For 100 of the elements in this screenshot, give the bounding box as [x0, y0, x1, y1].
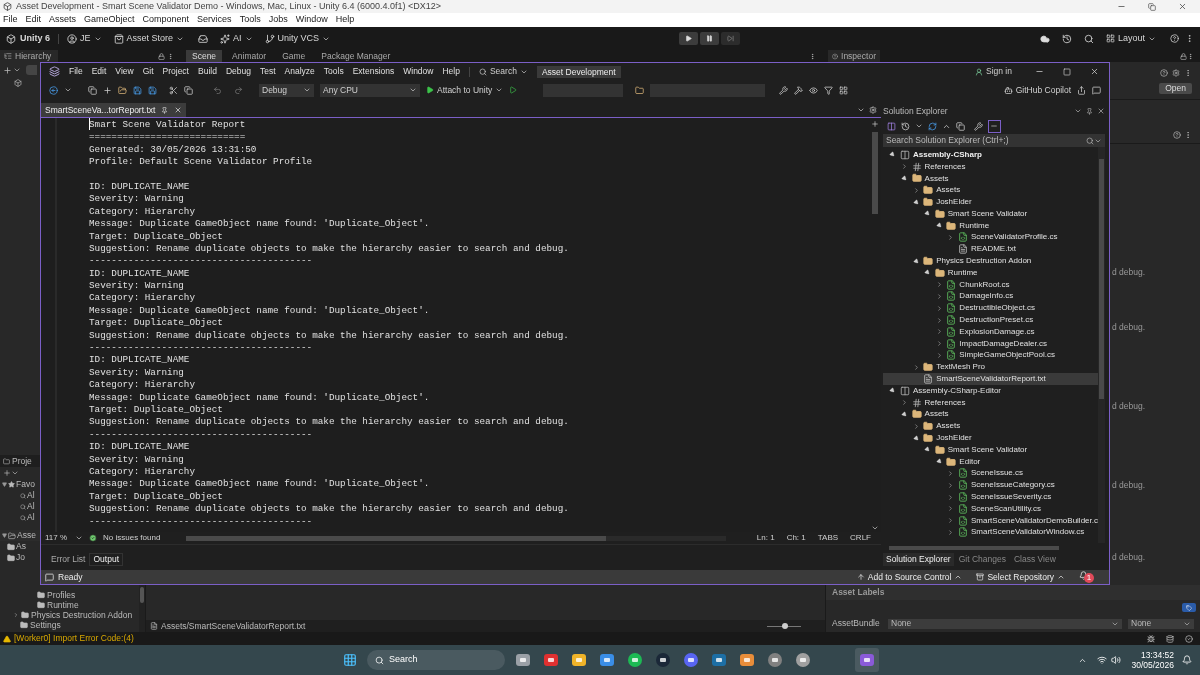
tree-item[interactable]: Runtime — [882, 219, 1098, 232]
menu-item[interactable]: Window — [295, 13, 328, 27]
layout-dropdown[interactable]: Layout — [1105, 31, 1156, 46]
tree-item[interactable]: SmartSceneValidatorDemoBuilder.c — [882, 514, 1098, 527]
wrench-icon[interactable] — [973, 121, 983, 131]
tree-item[interactable]: SceneIssue.cs — [882, 467, 1098, 480]
menu-item[interactable]: Edit — [91, 65, 107, 78]
platform-dropdown[interactable]: Any CPU — [320, 83, 420, 97]
search-field[interactable]: Search Solution Explorer (Ctrl+;) — [882, 134, 1105, 147]
lock-icon[interactable] — [1180, 53, 1187, 60]
menu-item[interactable]: Help — [442, 65, 460, 78]
tree-item[interactable]: Physics Destruction Addon — [882, 255, 1098, 267]
tree-item[interactable]: SmartSceneValidatorWindow.cs — [882, 526, 1098, 539]
notification-icon[interactable] — [1182, 655, 1192, 665]
zoom-dropdown[interactable]: 117 % — [45, 532, 83, 544]
tree-item[interactable]: References — [882, 396, 1098, 409]
tree-item[interactable]: JoshElder — [882, 196, 1098, 208]
taskbar-app-icon[interactable] — [711, 652, 727, 668]
menu-item[interactable]: Extensions — [352, 65, 395, 78]
layout-icon[interactable] — [839, 85, 849, 95]
menu-item[interactable]: GameObject — [84, 13, 135, 27]
repository-button[interactable]: Select Repository — [976, 570, 1065, 584]
check-icon[interactable] — [1185, 634, 1193, 643]
tree-item[interactable]: SceneScanUtility.cs — [882, 502, 1098, 515]
taskbar-app-icon[interactable] — [683, 652, 699, 668]
menu-item[interactable]: Analyze — [284, 65, 315, 78]
back-icon[interactable] — [49, 85, 58, 95]
lock-icon[interactable] — [158, 53, 165, 60]
toolbar-dropdown[interactable]: AI — [220, 31, 253, 46]
start-icon[interactable] — [343, 653, 357, 667]
menu-item[interactable]: File — [69, 65, 83, 78]
more-icon[interactable] — [1184, 131, 1192, 139]
panel-tab[interactable]: Solution Explorer — [882, 553, 954, 566]
menu-item[interactable]: Debug — [225, 65, 251, 78]
menu-item[interactable]: Tools — [239, 13, 261, 27]
taskbar-app-icon[interactable] — [767, 652, 783, 668]
vertical-scrollbar[interactable] — [1098, 147, 1105, 543]
share-icon[interactable] — [1077, 85, 1086, 95]
toolbar-dropdown[interactable]: Unity VCS — [264, 31, 331, 46]
history-icon[interactable] — [1061, 33, 1072, 44]
tree-item[interactable]: Assets — [882, 184, 1098, 197]
tree-item[interactable]: SceneIssueSeverity.cs — [882, 491, 1098, 503]
restore-icon[interactable] — [1148, 2, 1156, 11]
network-icon[interactable] — [1097, 655, 1108, 665]
add-icon[interactable] — [103, 85, 112, 95]
panel-tab[interactable]: Game — [276, 50, 312, 62]
settings-icon[interactable] — [868, 106, 877, 114]
search-button[interactable]: Search — [478, 65, 528, 78]
panel-tab[interactable]: Scene — [186, 50, 223, 62]
solution-icon[interactable] — [886, 121, 896, 131]
copilot-button[interactable]: GitHub Copilot — [1003, 83, 1071, 97]
tree-item[interactable]: Assets — [882, 172, 1098, 185]
panel-tab[interactable]: Package Manager — [315, 50, 397, 62]
copy-icon[interactable] — [955, 121, 965, 131]
menu-item[interactable]: Window — [403, 65, 434, 78]
tree-item[interactable]: JoshElder — [882, 432, 1098, 444]
bug-icon[interactable] — [1147, 634, 1155, 643]
tree-item[interactable]: Editor — [882, 455, 1098, 468]
redo-icon[interactable] — [234, 85, 243, 95]
taskbar-app-icon[interactable] — [627, 652, 643, 668]
menu-item[interactable]: Build — [198, 65, 217, 78]
search-icon[interactable] — [1083, 33, 1094, 44]
history-icon[interactable] — [900, 121, 910, 131]
tree-item[interactable]: README.txt — [882, 243, 1098, 256]
menu-item[interactable]: File — [3, 13, 18, 27]
panel-tab[interactable]: Animator — [226, 50, 273, 62]
panel-tab[interactable]: Error List — [47, 553, 90, 566]
view-icon[interactable] — [809, 85, 819, 95]
panel-tab[interactable]: Output — [89, 553, 123, 566]
tree-item[interactable]: DestructionPreset.cs — [882, 314, 1098, 326]
help-icon[interactable] — [1160, 69, 1168, 77]
sign-in-button[interactable]: Sign in — [975, 65, 1012, 78]
menu-item[interactable]: Edit — [25, 13, 42, 27]
slider-thumb[interactable] — [782, 623, 789, 629]
notification-icon[interactable] — [1079, 571, 1088, 580]
label-tag-button[interactable] — [1182, 603, 1196, 612]
wrench-icon[interactable] — [779, 85, 789, 95]
close-icon[interactable] — [1178, 2, 1187, 11]
tree-item[interactable]: ExplosionDamage.cs — [882, 325, 1098, 338]
tree-item[interactable]: Assets — [882, 408, 1098, 421]
tree-item[interactable]: TextMesh Pro — [882, 361, 1098, 374]
attach-button[interactable]: Attach to Unity — [426, 83, 504, 97]
tree-item[interactable]: SceneIssueCategory.cs — [882, 479, 1098, 492]
open-folder-icon[interactable] — [118, 85, 127, 95]
close-icon[interactable] — [1097, 107, 1105, 115]
cut-icon[interactable] — [169, 85, 178, 95]
refresh-icon[interactable] — [927, 121, 937, 131]
filter-icon[interactable] — [824, 85, 834, 95]
menu-item[interactable]: View — [115, 65, 134, 78]
variant-dropdown[interactable]: None — [1128, 618, 1194, 629]
new-item-icon[interactable] — [88, 85, 97, 95]
run-icon[interactable] — [509, 86, 518, 94]
horizontal-scrollbar[interactable] — [186, 535, 727, 541]
panel-tab[interactable]: Git Changes — [955, 553, 1009, 566]
tree-item[interactable]: Assembly-CSharp — [882, 149, 1098, 161]
tree-item[interactable]: DamageInfo.cs — [882, 290, 1098, 303]
more-icon[interactable] — [1185, 34, 1194, 43]
tree-item[interactable]: DestructibleObject.cs — [882, 302, 1098, 315]
database-icon[interactable] — [1166, 634, 1174, 643]
inbox-icon[interactable] — [198, 33, 209, 44]
